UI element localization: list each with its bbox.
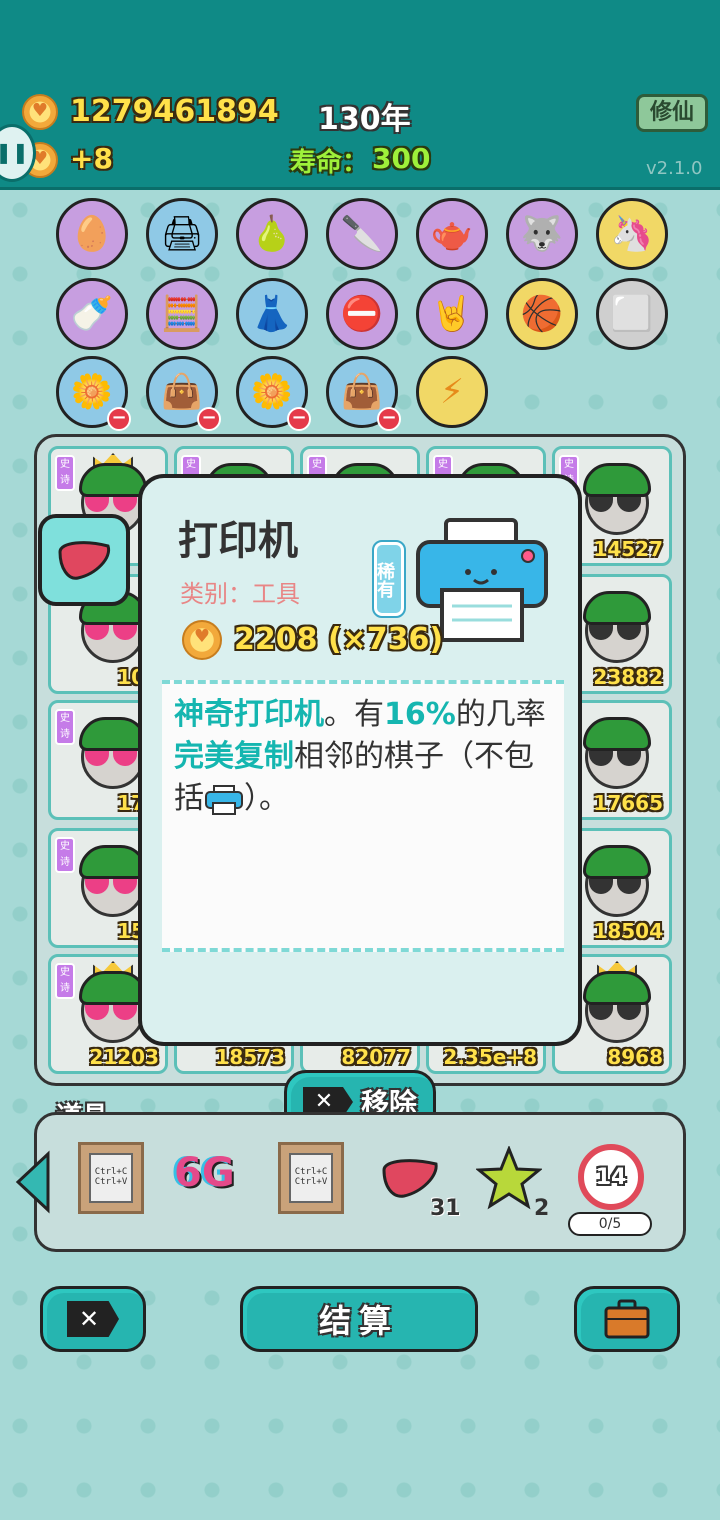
cell-value: 21203 — [89, 1045, 159, 1069]
desc-highlight: 完美复制 — [174, 739, 294, 774]
liver-count: 31 — [430, 1196, 461, 1221]
green-hat-icon — [583, 971, 651, 1005]
briefcase-icon — [604, 1299, 650, 1339]
skirt-icon[interactable]: 👗 — [236, 278, 308, 350]
printer-inline-icon — [204, 784, 244, 815]
cell-value: 23882 — [593, 665, 663, 689]
desc-highlight: 神奇打印机 — [174, 697, 324, 732]
cleaver-icon[interactable]: 🔪 — [326, 198, 398, 270]
year-counter: 130年 — [318, 102, 411, 137]
minus-badge-icon: − — [197, 407, 221, 431]
sunglasses-icon — [589, 497, 647, 513]
no-entry-icon[interactable]: ⛔ — [326, 278, 398, 350]
settle-label: 结算 — [318, 1302, 399, 1340]
epic-tag: 史诗 — [55, 709, 75, 745]
item-description: 神奇打印机。有16%的几率完美复制相邻的棋子（不包括）。 — [162, 684, 564, 830]
green-hat-icon — [583, 591, 651, 625]
copy-paste-label: Ctrl+C Ctrl+V — [289, 1153, 333, 1203]
sunglasses-icon — [589, 879, 647, 895]
copy-paste-label: Ctrl+C Ctrl+V — [89, 1153, 133, 1203]
6g-icon[interactable]: 6G — [174, 1150, 235, 1196]
briefcase-button[interactable] — [574, 1286, 680, 1352]
settle-button[interactable]: 结算 — [240, 1286, 478, 1352]
item-category: 类别：工具 — [180, 580, 300, 608]
flower-pot-icon[interactable]: 🌼 − — [236, 356, 311, 431]
printer-icon[interactable]: 🖨 — [146, 198, 218, 270]
rarity-badge: 稀有 — [372, 540, 406, 618]
cell-value: 82077 — [341, 1045, 411, 1069]
no-sign-icon[interactable]: 14 — [578, 1144, 644, 1210]
epic-tag: 史诗 — [55, 963, 75, 999]
lifespan-value: 300 — [372, 142, 431, 175]
breast-pump-icon[interactable]: 🍼 — [56, 278, 128, 350]
no-sign-label: 14 — [595, 1164, 627, 1190]
sunglasses-icon — [85, 625, 143, 641]
green-hat-icon — [79, 845, 147, 879]
copy-paste-icon[interactable]: Ctrl+C Ctrl+V — [78, 1142, 144, 1214]
green-hat-icon — [79, 971, 147, 1005]
minus-badge-icon: − — [377, 407, 401, 431]
trash-bag-icon[interactable]: 👜 − — [146, 356, 221, 431]
minus-badge-icon: − — [287, 407, 311, 431]
coin-icon — [22, 94, 58, 134]
unicorn-icon[interactable]: 🦄 — [596, 198, 668, 270]
selected-liver-icon[interactable] — [38, 514, 130, 606]
sunglasses-icon — [85, 497, 143, 513]
minus-badge-icon: − — [107, 407, 131, 431]
lightning-icon[interactable]: ⚡ — [416, 356, 488, 428]
star-count: 2 — [534, 1196, 550, 1221]
epic-tag: 史诗 — [55, 837, 75, 873]
sunglasses-icon — [85, 879, 143, 895]
progress-label: 0/5 — [568, 1212, 652, 1236]
sunglasses-icon — [85, 751, 143, 767]
egg-icon[interactable]: 🥚 — [56, 198, 128, 270]
sunglasses-icon — [589, 1005, 647, 1021]
delete-button[interactable]: ✕ — [40, 1286, 146, 1352]
gravy-boat-icon[interactable]: 🫖 — [416, 198, 488, 270]
description-box: 神奇打印机。有16%的几率完美复制相邻的棋子（不包括）。 — [162, 680, 564, 952]
copy-paste-icon[interactable]: Ctrl+C Ctrl+V — [278, 1142, 344, 1214]
coin-income: +8 — [70, 142, 113, 175]
cell-value: 18573 — [215, 1045, 285, 1069]
cell-value: 18504 — [593, 919, 663, 943]
cell-value: 14527 — [593, 537, 663, 561]
tofu-icon[interactable]: ⬜ — [596, 278, 668, 350]
green-hat-icon — [583, 463, 651, 497]
cultivate-button[interactable]: 修仙 — [636, 94, 708, 132]
epic-tag: 史诗 — [55, 455, 75, 491]
desc-text: 的几率 — [455, 697, 546, 732]
math-head-icon[interactable]: 🧮 — [146, 278, 218, 350]
desc-text: 。有 — [324, 697, 384, 732]
sunglasses-icon — [589, 625, 647, 641]
pomelo-icon[interactable]: 🍐 — [236, 198, 308, 270]
trash-bag-icon[interactable]: 👜 − — [326, 356, 401, 431]
item-price: 2208 (×736) — [234, 622, 444, 657]
sunglasses-icon — [85, 1005, 143, 1021]
close-icon: ✕ — [67, 1301, 119, 1337]
cell-value: 2.35e+8 — [443, 1045, 537, 1069]
husky-icon[interactable]: 🐺 — [506, 198, 578, 270]
sunglasses-icon — [589, 751, 647, 767]
lifespan-label: 寿命： — [290, 148, 369, 178]
basketballs-icon[interactable]: 🏀 — [506, 278, 578, 350]
flower-pot-icon[interactable]: 🌼 − — [56, 356, 131, 431]
item-detail-popup: 打印机 类别：工具 稀有 2208 (×736) 神奇打印机。有16%的几率完美… — [138, 474, 582, 1046]
item-title: 打印机 — [178, 518, 298, 564]
price-coin-icon — [182, 620, 222, 664]
green-hat-icon — [583, 845, 651, 879]
version-label: v2.1.0 — [646, 158, 703, 179]
cell-value: 17665 — [593, 791, 663, 815]
green-hat-icon — [583, 717, 651, 751]
desc-highlight: 16% — [384, 697, 456, 732]
rock-hand-icon[interactable]: 🤘 — [416, 278, 488, 350]
star-icon[interactable] — [475, 1144, 543, 1214]
desc-text: ）。 — [244, 781, 289, 816]
cell-value: 8968 — [607, 1045, 663, 1069]
coin-count: 1279461894 — [70, 94, 279, 129]
chevron-left-icon[interactable] — [12, 1150, 52, 1214]
green-hat-icon — [79, 717, 147, 751]
green-hat-icon — [79, 463, 147, 497]
top-bar: 1279461894 130年 修仙 +8 寿命： 300 v2.1.0 ❚❚ — [0, 0, 720, 190]
